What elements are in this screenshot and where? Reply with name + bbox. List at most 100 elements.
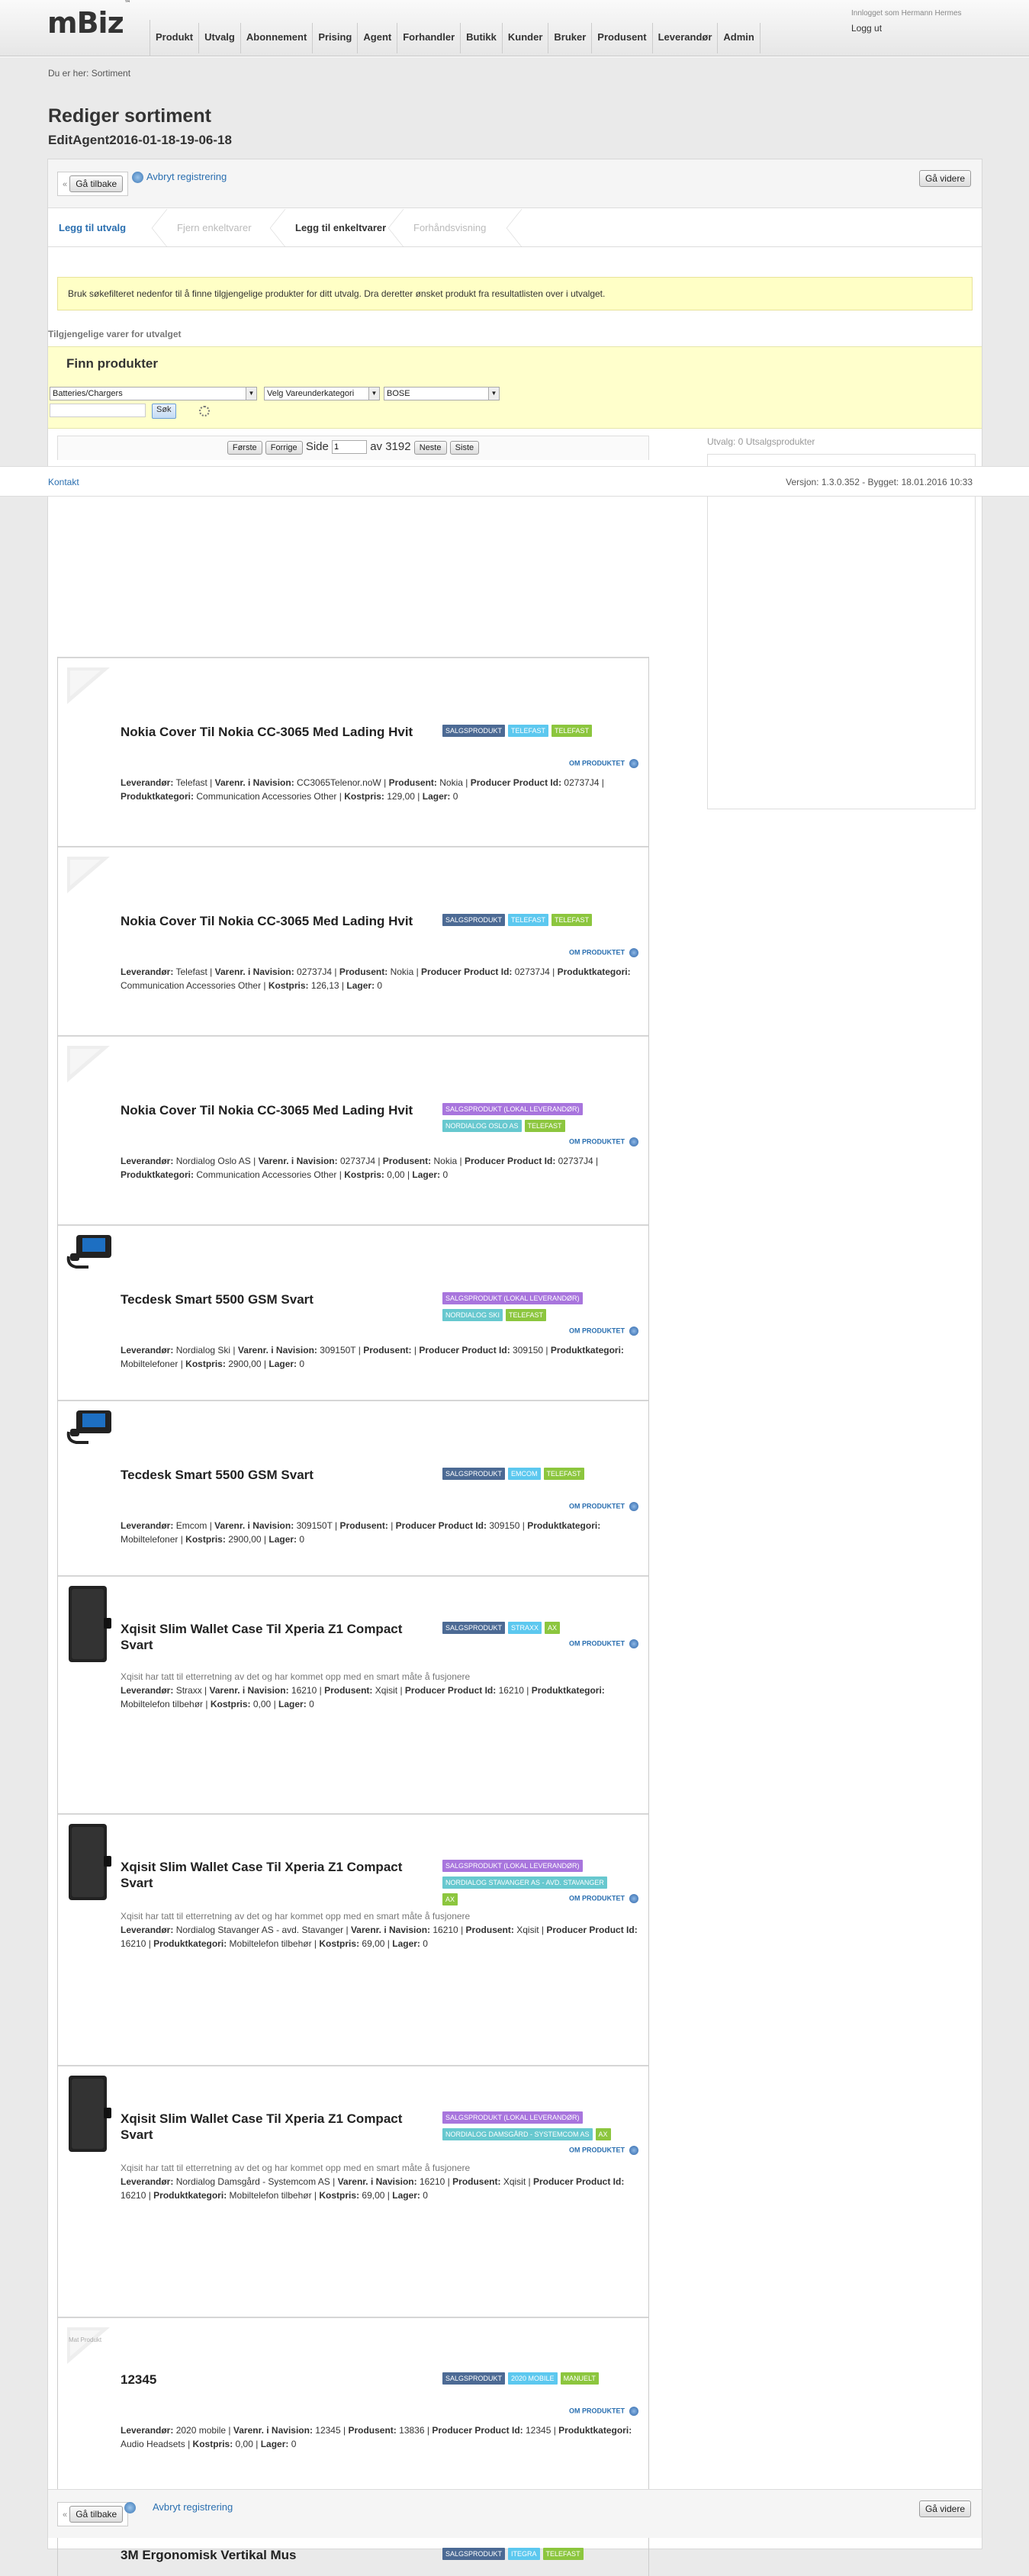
product-item[interactable]: Tecdesk Smart 5500 GSM Svart SALGSPRODUKT… <box>58 1224 648 1400</box>
no-image-icon <box>66 666 114 706</box>
brand-select[interactable]: BOSE ▼ <box>384 387 500 400</box>
footer: Kontakt Versjon: 1.3.0.352 - Bygget: 18.… <box>0 466 1029 497</box>
product-info-link[interactable]: OM PRODUKTET <box>569 1639 638 1648</box>
meta-key: Produsent: <box>348 2425 397 2436</box>
nav-item-admin[interactable]: Admin <box>718 23 760 53</box>
logout-link[interactable]: Logg ut <box>851 23 962 34</box>
no-image-icon: Mat Produkt <box>66 2326 114 2366</box>
product-info-link[interactable]: OM PRODUKTET <box>569 2146 638 2155</box>
desk-phone-icon <box>66 1233 114 1274</box>
meta-value: Mobiltelefon tilbehør <box>229 1938 312 1949</box>
meta-value: 02737J4 <box>564 777 600 788</box>
product-item[interactable]: Nokia Cover Til Nokia CC-3065 Med Lading… <box>58 1035 648 1224</box>
page-number-input[interactable] <box>332 440 368 455</box>
nav-item-butikk[interactable]: Butikk <box>461 23 503 53</box>
chevron-down-icon: ▼ <box>488 388 499 400</box>
meta-value: 309150 <box>489 1520 520 1531</box>
nav-item-produkt[interactable]: Produkt <box>150 23 200 53</box>
product-item[interactable]: Mat Produkt 12345 SALGSPRODUKT 2020 MOBILE M… <box>58 2317 648 2492</box>
meta-key: Leverandør: <box>121 2176 174 2187</box>
nav-item-kunder[interactable]: Kunder <box>503 23 549 53</box>
nav-item-prising[interactable]: Prising <box>313 23 359 53</box>
search-button[interactable]: Søk <box>152 404 176 419</box>
meta-key: Lager: <box>260 2439 289 2449</box>
status-badge: SALGSPRODUKT (LOKAL LEVERANDØR) <box>442 1292 583 1304</box>
meta-value: 02737J4 <box>297 966 333 977</box>
meta-key: Produsent: <box>382 1156 432 1166</box>
wizard-steps: Legg til utvalg Fjern enkeltvarer Legg til… <box>48 209 982 247</box>
page-title: Rediger sortiment <box>48 105 211 127</box>
meta-value: 309150T <box>320 1345 356 1356</box>
nav-item-agent[interactable]: Agent <box>358 23 398 53</box>
product-meta: Leverandør: 2020 mobile | Varenr. i Navi… <box>121 2425 632 2449</box>
chevron-down-icon: ▼ <box>246 388 256 400</box>
product-info-link[interactable]: OM PRODUKTET <box>569 759 638 768</box>
page-total: av 3192 <box>370 440 411 453</box>
status-badge: SALGSPRODUKT <box>442 725 506 737</box>
meta-value: Mobiltelefoner <box>121 1534 178 1545</box>
meta-value: 126,13 <box>310 980 339 991</box>
cancel-link[interactable]: Avbryt registrering <box>132 171 227 184</box>
meta-value: 0,00 <box>252 1699 272 1709</box>
meta-key: Varenr. i Navision: <box>209 1685 289 1696</box>
nav-item-bruker[interactable]: Bruker <box>548 23 593 53</box>
thumb-caption: Mat Produkt <box>69 2336 102 2343</box>
subcategory-select[interactable]: Velg Vareunderkategori ▼ <box>264 387 380 400</box>
wizard-step-1[interactable]: Legg til utvalg <box>48 209 167 247</box>
product-info-link[interactable]: OM PRODUKTET <box>569 1137 638 1146</box>
next-button-bottom[interactable]: Gå videre <box>918 2500 971 2517</box>
meta-key: Leverandør: <box>121 966 174 977</box>
mbiz-logo[interactable]: mBiz™ <box>47 0 131 40</box>
last-page-button[interactable]: Siste <box>449 441 480 455</box>
category-select[interactable]: Batteries/Chargers ▼ <box>50 387 257 400</box>
status-badge: 2020 MOBILE <box>508 2372 558 2385</box>
product-item[interactable]: Xqisit Slim Wallet Case Til Xperia Z1 Co… <box>58 1575 648 1813</box>
meta-value: 02737J4 <box>558 1156 593 1166</box>
status-badge: TELEFAST <box>508 725 549 737</box>
product-item[interactable]: Xqisit Slim Wallet Case Til Xperia Z1 Co… <box>58 2065 648 2317</box>
product-item[interactable]: Xqisit Slim Wallet Case Til Xperia Z1 Co… <box>58 1813 648 2065</box>
product-item[interactable]: Tecdesk Smart 5500 GSM Svart SALGSPRODUKT… <box>58 1400 648 1575</box>
meta-value: 129,00 <box>387 791 415 802</box>
meta-key: Lager: <box>422 791 451 802</box>
logged-in-user: Innlogget som Hermann Hermes <box>851 9 962 18</box>
product-info-link[interactable]: OM PRODUKTET <box>569 948 638 957</box>
first-page-button[interactable]: Første <box>227 441 262 455</box>
meta-value: 0 <box>309 1699 314 1709</box>
product-item[interactable]: Nokia Cover Til Nokia CC-3065 Med Lading… <box>58 846 648 1035</box>
meta-value: Telefast <box>175 966 207 977</box>
back-button[interactable]: Gå tilbake <box>69 175 124 192</box>
product-info-link[interactable]: OM PRODUKTET <box>569 1502 638 1511</box>
nav-item-abonnement[interactable]: Abonnement <box>241 23 314 53</box>
product-info-link[interactable]: OM PRODUKTET <box>569 1327 638 1336</box>
product-info-label: OM PRODUKTET <box>569 2407 625 2415</box>
next-button[interactable]: Gå videre <box>918 170 971 187</box>
next-page-button[interactable]: Neste <box>413 441 447 455</box>
nav-item-forhandler[interactable]: Forhandler <box>397 23 461 53</box>
wizard-step-3[interactable]: Legg til enkeltvarer <box>285 209 404 247</box>
meta-key: Produktkategori: <box>558 2425 632 2436</box>
search-input[interactable] <box>50 404 146 417</box>
meta-key: Produktkategori: <box>550 1345 624 1356</box>
meta-value: 02737J4 <box>514 966 550 977</box>
nav-item-leverandør[interactable]: Leverandør <box>653 23 719 53</box>
cancel-link-bottom[interactable]: Avbryt registrering <box>124 2501 233 2514</box>
status-badge: TELEFAST <box>508 914 549 926</box>
prev-page-button[interactable]: Forrige <box>265 441 303 455</box>
no-image-icon <box>66 1044 114 1085</box>
nav-item-produsent[interactable]: Produsent <box>592 23 653 53</box>
product-info-link[interactable]: OM PRODUKTET <box>569 2407 638 2416</box>
product-info-link[interactable]: OM PRODUKTET <box>569 1894 638 1903</box>
back-button-bottom[interactable]: Gå tilbake <box>69 2506 124 2523</box>
product-item[interactable]: Nokia Cover Til Nokia CC-3065 Med Lading… <box>58 657 648 846</box>
meta-key: Varenr. i Navision: <box>350 1925 431 1935</box>
contact-link[interactable]: Kontakt <box>48 477 79 487</box>
selection-dropzone[interactable] <box>707 454 976 809</box>
meta-key: Lager: <box>412 1169 441 1180</box>
meta-value: Mobiltelefon tilbehør <box>121 1699 204 1709</box>
meta-value: Nordialog Stavanger AS - avd. Stavanger <box>175 1925 344 1935</box>
loading-spinner-icon <box>199 406 210 416</box>
nav-item-utvalg[interactable]: Utvalg <box>199 23 241 53</box>
meta-key: Varenr. i Navision: <box>337 2176 417 2187</box>
wallet-case-icon <box>66 1584 113 1666</box>
